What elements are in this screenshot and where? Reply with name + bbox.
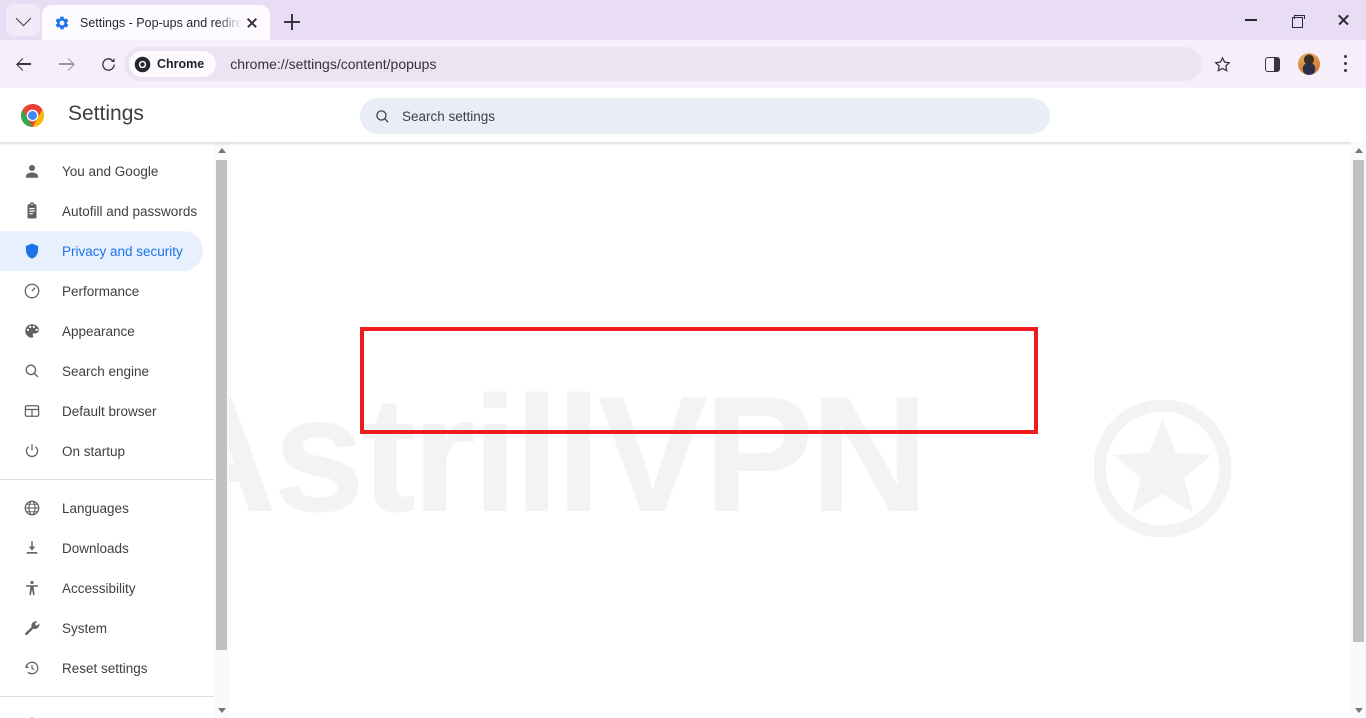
sidebar-item-search-engine[interactable]: Search engine bbox=[0, 351, 203, 391]
sidebar-item-downloads[interactable]: Downloads bbox=[0, 528, 203, 568]
search-icon bbox=[376, 109, 389, 123]
sidebar-item-label: System bbox=[62, 620, 108, 636]
sidebar-item-autofill-and-passwords[interactable]: Autofill and passwords bbox=[0, 191, 203, 231]
chrome-origin-chip: Chrome bbox=[129, 51, 217, 77]
search-icon bbox=[22, 362, 42, 380]
sidebar-item-privacy-and-security[interactable]: Privacy and security bbox=[0, 231, 203, 271]
minimize-icon bbox=[1245, 19, 1257, 21]
palette-icon bbox=[22, 322, 42, 340]
sidebar-item-label: Search engine bbox=[62, 363, 150, 379]
scrollbar-thumb[interactable] bbox=[1353, 160, 1364, 642]
scrollbar-thumb[interactable] bbox=[216, 160, 227, 650]
close-window-button[interactable] bbox=[1320, 0, 1366, 40]
close-icon[interactable] bbox=[242, 13, 262, 33]
download-icon bbox=[22, 539, 42, 557]
scroll-up-button[interactable] bbox=[1351, 142, 1366, 158]
scroll-down-button[interactable] bbox=[1351, 702, 1366, 718]
accessibility-icon bbox=[22, 579, 42, 597]
star-in-circle-icon bbox=[1094, 400, 1231, 537]
chrome-chip-label: Chrome bbox=[157, 57, 205, 71]
address-bar[interactable]: Chrome chrome://settings/content/popups bbox=[124, 47, 1202, 81]
sidebar-item-default-browser[interactable]: Default browser bbox=[0, 391, 203, 431]
triangle-up-icon bbox=[1354, 147, 1363, 153]
shield-icon bbox=[22, 242, 42, 260]
side-panel-button[interactable] bbox=[1258, 50, 1286, 78]
profile-button[interactable] bbox=[1295, 50, 1323, 78]
sidebar-item-accessibility[interactable]: Accessibility bbox=[0, 568, 203, 608]
sidebar-item-you-and-google[interactable]: You and Google bbox=[0, 151, 203, 191]
reload-icon bbox=[101, 57, 115, 71]
sidebar-scrollbar[interactable] bbox=[214, 142, 229, 718]
star-icon bbox=[1213, 55, 1231, 72]
sidebar-item-label: You and Google bbox=[62, 163, 159, 179]
restore-button[interactable] bbox=[1274, 0, 1320, 40]
sidebar-item-languages[interactable]: Languages bbox=[0, 488, 203, 528]
sidebar-item-label: Privacy and security bbox=[62, 243, 183, 259]
main-scrollbar[interactable] bbox=[1351, 142, 1366, 718]
sidebar-item-label: Languages bbox=[62, 500, 129, 516]
new-tab-button[interactable] bbox=[278, 9, 306, 35]
sidebar-item-appearance[interactable]: Appearance bbox=[0, 311, 203, 351]
restore-icon bbox=[1291, 14, 1305, 28]
sidebar-item-on-startup[interactable]: On startup bbox=[0, 431, 203, 471]
forward-button[interactable] bbox=[52, 50, 80, 78]
chevron-down-icon bbox=[15, 10, 31, 26]
search-settings-placeholder: Search settings bbox=[402, 108, 496, 124]
clipboard-icon bbox=[22, 202, 42, 220]
avatar bbox=[1298, 53, 1320, 75]
sidebar-item-partial[interactable] bbox=[0, 705, 203, 718]
tab-strip: Settings - Pop-ups and redirect bbox=[0, 0, 1366, 40]
sidebar-divider bbox=[0, 479, 229, 480]
triangle-down-icon bbox=[1354, 707, 1363, 713]
page-title: Settings bbox=[68, 102, 144, 125]
settings-sidebar: You and Google Autofill and passwords Pr… bbox=[0, 142, 229, 718]
settings-gear-icon bbox=[54, 15, 70, 31]
back-button[interactable] bbox=[10, 50, 38, 78]
triangle-up-icon bbox=[217, 147, 226, 153]
window-controls bbox=[1228, 0, 1366, 40]
sidebar-item-label: Accessibility bbox=[62, 580, 136, 596]
sidebar-item-label: On startup bbox=[62, 443, 126, 459]
tab-search-button[interactable] bbox=[6, 4, 40, 36]
search-settings-input[interactable]: Search settings bbox=[360, 98, 1050, 134]
triangle-down-icon bbox=[217, 707, 226, 713]
person-icon bbox=[22, 162, 42, 180]
header-shadow bbox=[0, 142, 1366, 146]
chrome-logo-icon bbox=[20, 103, 45, 128]
arrow-right-icon bbox=[58, 56, 74, 72]
chrome-icon bbox=[134, 56, 151, 72]
sidebar-item-label: Downloads bbox=[62, 540, 129, 556]
bookmark-button[interactable] bbox=[1208, 50, 1236, 78]
sidebar-item-label: Reset settings bbox=[62, 660, 148, 676]
globe-icon bbox=[22, 499, 42, 517]
chrome-menu-button[interactable] bbox=[1332, 50, 1360, 78]
page-body: AstrillVPN You and Google Autofill and p… bbox=[0, 142, 1366, 718]
arrow-left-icon bbox=[16, 56, 32, 72]
tab-title: Settings - Pop-ups and redirect bbox=[80, 15, 242, 30]
wrench-icon bbox=[22, 619, 42, 637]
sidebar-item-system[interactable]: System bbox=[0, 608, 203, 648]
sidebar-item-label: Appearance bbox=[62, 323, 135, 339]
reload-button[interactable] bbox=[94, 50, 122, 78]
side-panel-icon bbox=[1264, 56, 1280, 72]
speedometer-icon bbox=[22, 282, 42, 300]
history-restore-icon bbox=[22, 659, 42, 677]
sidebar-item-reset-settings[interactable]: Reset settings bbox=[0, 648, 203, 688]
watermark-text: AstrillVPN bbox=[158, 362, 929, 546]
close-window-icon bbox=[1337, 14, 1350, 27]
sidebar-divider-2 bbox=[0, 696, 229, 697]
sidebar-item-performance[interactable]: Performance bbox=[0, 271, 203, 311]
url-text: chrome://settings/content/popups bbox=[230, 56, 437, 72]
sidebar-item-label: Performance bbox=[62, 283, 140, 299]
three-dots-icon bbox=[1344, 55, 1348, 73]
scroll-down-button[interactable] bbox=[214, 702, 229, 718]
minimize-button[interactable] bbox=[1228, 0, 1274, 40]
sidebar-item-label: Default browser bbox=[62, 403, 157, 419]
power-icon bbox=[22, 442, 42, 460]
browser-tab[interactable]: Settings - Pop-ups and redirect bbox=[42, 5, 270, 40]
sidebar-item-label: Autofill and passwords bbox=[62, 203, 198, 219]
browser-window-icon bbox=[22, 402, 42, 420]
